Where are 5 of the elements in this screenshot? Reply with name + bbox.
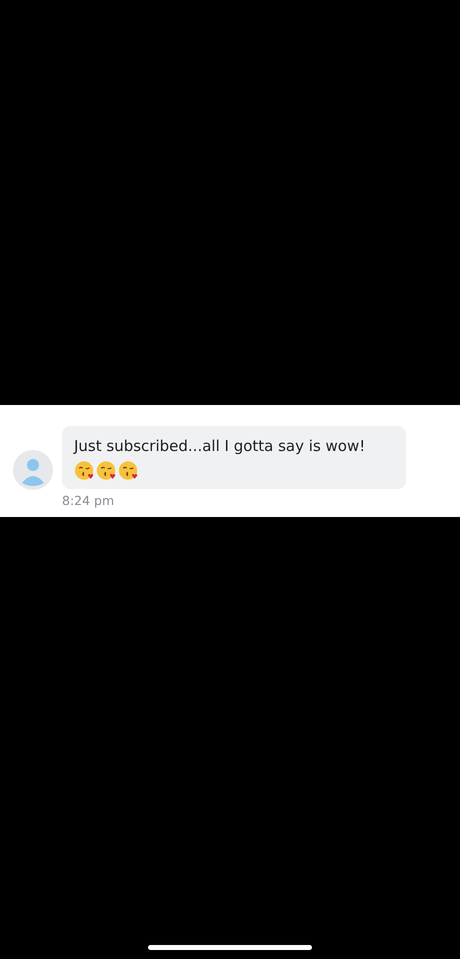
message-text: Just subscribed...all I gotta say is wow! xyxy=(74,436,366,457)
kiss-face-icon xyxy=(96,460,117,481)
kiss-face-icon xyxy=(118,460,139,481)
message-time: 8:24 pm xyxy=(62,493,116,508)
kiss-face-icon xyxy=(74,460,95,481)
